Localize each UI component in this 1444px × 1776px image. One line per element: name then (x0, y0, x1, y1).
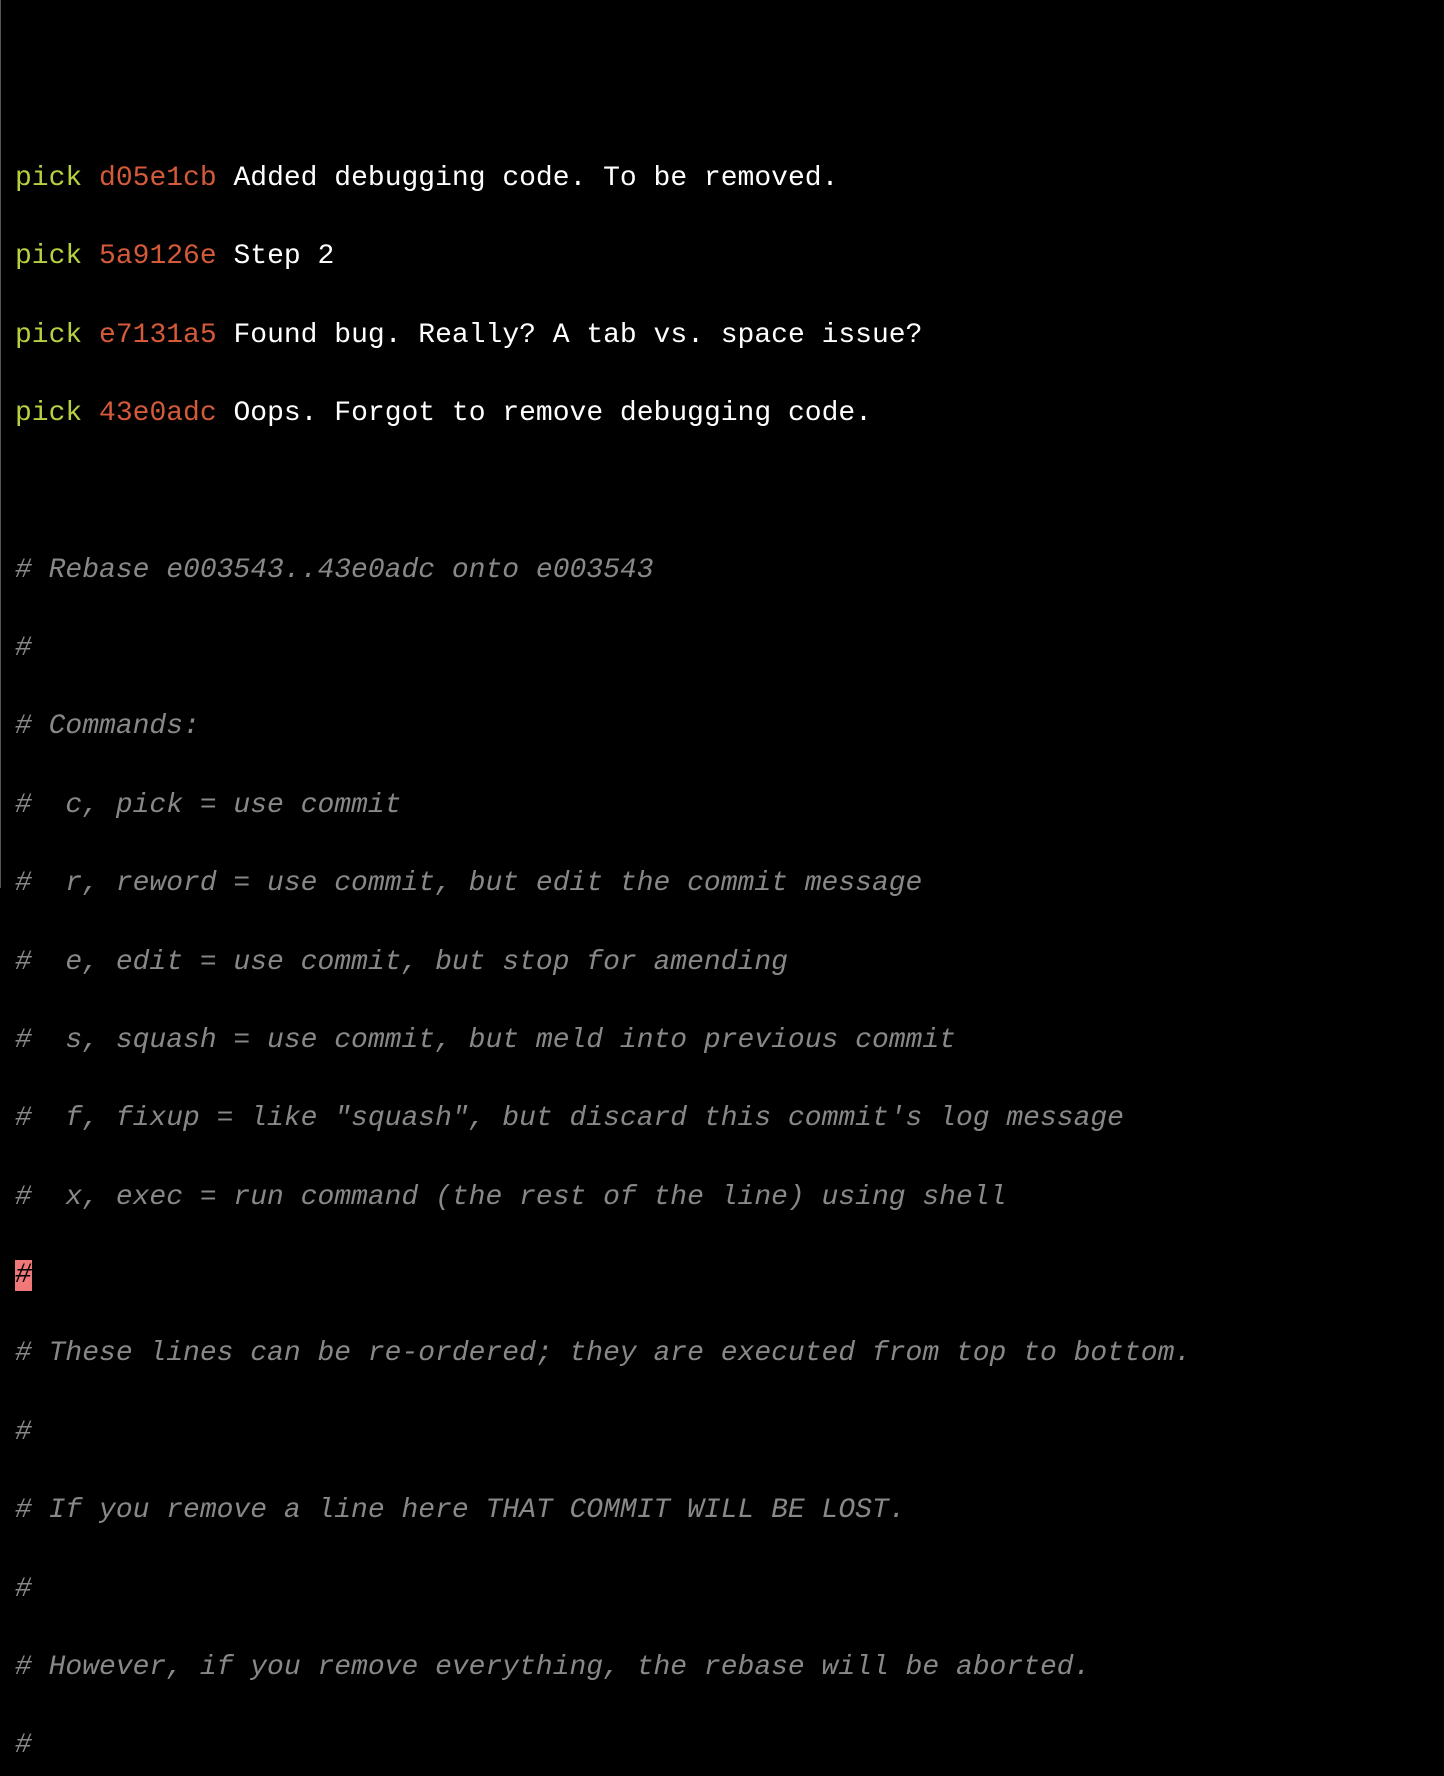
commit-message: Found bug. Really? A tab vs. space issue… (233, 320, 922, 351)
comment-remove-line: # If you remove a line here THAT COMMIT … (15, 1491, 1442, 1530)
commit-hash: 43e0adc (99, 398, 217, 429)
comment-cmd-reword: # r, reword = use commit, but edit the c… (15, 864, 1442, 903)
comment-cmd-exec: # x, exec = run command (the rest of the… (15, 1178, 1442, 1217)
comment-cmd-fixup: # f, fixup = like "squash", but discard … (15, 1099, 1442, 1138)
commit-line-4[interactable]: pick 43e0adc Oops. Forgot to remove debu… (15, 394, 1442, 433)
comment-blank: # (15, 1726, 1442, 1765)
rebase-action[interactable]: pick (15, 163, 82, 194)
comment-blank: # (15, 629, 1442, 668)
blank-line (15, 472, 1442, 511)
comment-commands-header: # Commands: (15, 707, 1442, 746)
commit-message: Oops. Forgot to remove debugging code. (233, 398, 872, 429)
commit-message: Step 2 (233, 241, 334, 272)
comment-remove-all: # However, if you remove everything, the… (15, 1648, 1442, 1687)
rebase-action[interactable]: pick (15, 398, 82, 429)
commit-message: Added debugging code. To be removed. (233, 163, 838, 194)
cursor-position: # (15, 1260, 32, 1291)
cursor-line[interactable]: # (15, 1256, 1442, 1295)
comment-cmd-squash: # s, squash = use commit, but meld into … (15, 1021, 1442, 1060)
commit-line-3[interactable]: pick e7131a5 Found bug. Really? A tab vs… (15, 316, 1442, 355)
comment-cmd-pick: # c, pick = use commit (15, 786, 1442, 825)
commit-hash: d05e1cb (99, 163, 217, 194)
comment-reorder: # These lines can be re-ordered; they ar… (15, 1334, 1442, 1373)
commit-hash: 5a9126e (99, 241, 217, 272)
comment-blank: # (15, 1413, 1442, 1452)
rebase-action[interactable]: pick (15, 320, 82, 351)
comment-cmd-edit: # e, edit = use commit, but stop for ame… (15, 943, 1442, 982)
comment-rebase-range: # Rebase e003543..43e0adc onto e003543 (15, 551, 1442, 590)
comment-blank: # (15, 1570, 1442, 1609)
rebase-action[interactable]: pick (15, 241, 82, 272)
commit-hash: e7131a5 (99, 320, 217, 351)
commit-line-1[interactable]: pick d05e1cb Added debugging code. To be… (15, 159, 1442, 198)
commit-line-2[interactable]: pick 5a9126e Step 2 (15, 237, 1442, 276)
